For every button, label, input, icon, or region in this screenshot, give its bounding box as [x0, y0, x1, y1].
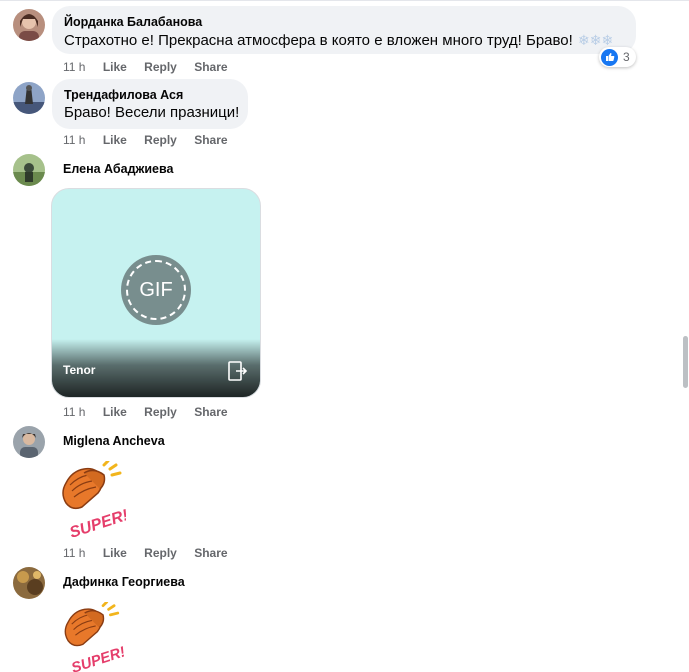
like-button[interactable]: Like [103, 404, 127, 420]
scrollbar[interactable] [683, 0, 689, 672]
comment-bubble: Трендафилова Ася Браво! Весели празници! [52, 79, 248, 129]
comment-time[interactable]: 11 h [63, 404, 85, 420]
comment-time[interactable]: 11 h [63, 132, 85, 148]
gif-provider[interactable]: Tenor [63, 363, 95, 377]
share-button[interactable]: Share [194, 404, 227, 420]
comment-time[interactable]: 11 h [63, 59, 85, 75]
comment-text: Браво! Весели празници! [64, 104, 240, 121]
avatar[interactable] [13, 567, 45, 599]
reply-button[interactable]: Reply [144, 545, 177, 561]
reply-button[interactable]: Reply [144, 59, 177, 75]
comment-author[interactable]: Елена Абаджиева [63, 161, 173, 177]
comment-text-body: Страхотно е! Прекрасна атмосфера в която… [64, 32, 573, 49]
reply-button[interactable]: Reply [144, 404, 177, 420]
comment-author[interactable]: Miglena Ancheva [63, 433, 165, 449]
comment-bubble: Йорданка Балабанова Страхотно е! Прекрас… [52, 6, 636, 54]
reaction-summary[interactable]: 3 [599, 47, 636, 67]
clapping-hands-sticker[interactable]: SUPER! [58, 461, 126, 537]
avatar[interactable] [13, 426, 45, 458]
like-button[interactable]: Like [103, 132, 127, 148]
sticker-text: SUPER! [70, 644, 126, 672]
comment-author[interactable]: Трендафилова Ася [64, 87, 236, 103]
sticker-text: SUPER! [68, 507, 126, 537]
share-button[interactable]: Share [194, 132, 227, 148]
comment-author[interactable]: Дафинка Георгиева [63, 574, 185, 590]
divider [0, 0, 689, 1]
gif-footer: Tenor [52, 339, 260, 397]
avatar[interactable] [13, 9, 45, 41]
avatar[interactable] [13, 82, 45, 114]
reaction-count: 3 [623, 50, 630, 64]
like-reaction-icon [601, 48, 618, 66]
comment-actions: 11 h Like Reply Share [63, 59, 242, 75]
scrollbar-thumb[interactable] [683, 336, 688, 388]
external-link-icon[interactable] [224, 359, 248, 383]
share-button[interactable]: Share [194, 545, 227, 561]
comment-author[interactable]: Йорданка Балабанова [64, 14, 624, 30]
gif-label: GIF [139, 278, 173, 301]
like-button[interactable]: Like [103, 545, 127, 561]
comment-actions: 11 h Like Reply Share [63, 404, 242, 420]
reply-button[interactable]: Reply [144, 132, 177, 148]
avatar[interactable] [13, 154, 45, 186]
comment-actions: 11 h Like Reply Share [63, 132, 242, 148]
comment-time[interactable]: 11 h [63, 545, 85, 561]
clapping-hands-sticker[interactable]: SUPER! [58, 602, 126, 672]
comment-text: Страхотно е! Прекрасна атмосфера в която… [64, 30, 624, 51]
share-button[interactable]: Share [194, 59, 227, 75]
comment-actions: 11 h Like Reply Share [63, 545, 242, 561]
gif-attachment[interactable]: GIF Tenor [51, 188, 261, 398]
gif-icon[interactable]: GIF [121, 255, 191, 325]
like-button[interactable]: Like [103, 59, 127, 75]
